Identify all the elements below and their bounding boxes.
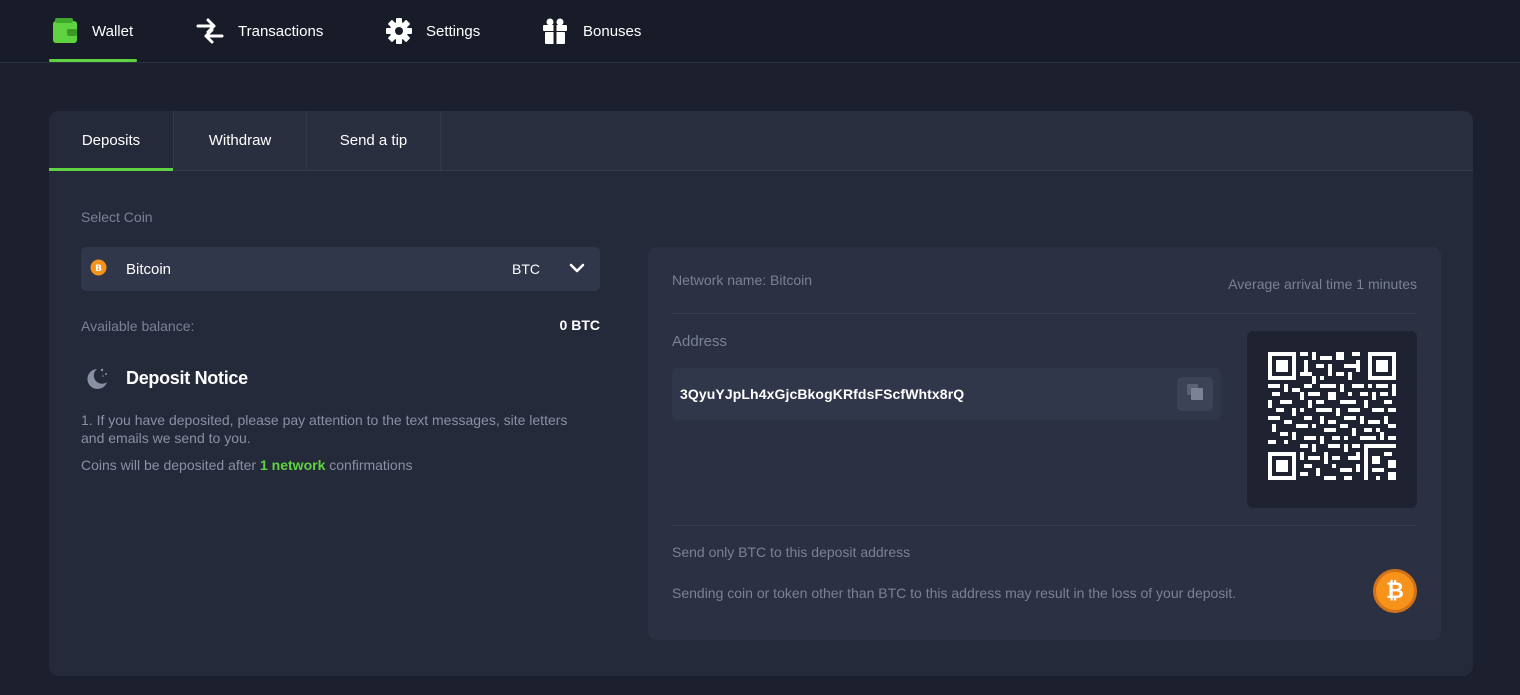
nav-wallet[interactable]: Wallet bbox=[48, 0, 138, 62]
nav-transactions-label: Transactions bbox=[238, 22, 324, 40]
coin-symbol: BTC bbox=[512, 261, 540, 277]
network-name: Network name: Bitcoin bbox=[672, 272, 813, 288]
divider bbox=[672, 313, 1417, 314]
coin-name: Bitcoin bbox=[126, 261, 172, 278]
deposit-notice-title: Deposit Notice bbox=[126, 368, 248, 388]
confirmations-prefix: Coins will be deposited after bbox=[81, 457, 260, 473]
nav-wallet-label: Wallet bbox=[92, 22, 134, 40]
qr-code-container bbox=[1247, 331, 1417, 508]
tab-withdraw[interactable]: Withdraw bbox=[174, 111, 307, 170]
transfer-arrows-icon bbox=[196, 18, 224, 44]
arrival-time: Average arrival time 1 minutes bbox=[1228, 276, 1417, 292]
nav-transactions[interactable]: Transactions bbox=[196, 0, 323, 62]
tab-send-tip-label: Send a tip bbox=[339, 132, 408, 149]
copy-button[interactable] bbox=[1177, 377, 1213, 411]
nav-bonuses[interactable]: Bonuses bbox=[541, 0, 641, 62]
address-field[interactable]: 3QyuYJpLh4xGjcBkogKRfdsFScfWhtx8rQ bbox=[672, 368, 1221, 420]
bitcoin-icon: B bbox=[90, 259, 107, 281]
deposit-notice-text: 1. If you have deposited, please pay att… bbox=[81, 412, 568, 446]
balance-label: Available balance: bbox=[81, 318, 195, 334]
warning-title: Send only BTC to this deposit address bbox=[672, 544, 911, 560]
tab-withdraw-label: Withdraw bbox=[208, 132, 272, 149]
nav-settings[interactable]: Settings bbox=[386, 0, 480, 62]
confirmations-suffix: confirmations bbox=[325, 457, 413, 473]
qr-code bbox=[1268, 352, 1396, 480]
tab-send-tip[interactable]: Send a tip bbox=[307, 111, 441, 170]
moon-icon bbox=[83, 365, 111, 398]
divider bbox=[672, 525, 1417, 526]
balance-value: 0 BTC bbox=[559, 317, 600, 333]
address-label: Address bbox=[672, 333, 728, 350]
gift-icon bbox=[541, 17, 569, 45]
nav-bonuses-label: Bonuses bbox=[583, 22, 642, 40]
warning-text: Sending coin or token other than BTC to … bbox=[672, 585, 1237, 601]
confirmations-note: Coins will be deposited after 1 network … bbox=[81, 456, 581, 474]
tab-deposits-label: Deposits bbox=[81, 132, 141, 149]
nav-settings-label: Settings bbox=[426, 22, 481, 40]
gear-icon bbox=[386, 18, 412, 44]
copy-icon bbox=[1186, 383, 1204, 406]
bitcoin-symbol: ₿ bbox=[1386, 579, 1404, 604]
top-navigation: Wallet Transactions Settings Bonuses bbox=[0, 0, 1520, 63]
bitcoin-badge-icon: ₿ bbox=[1373, 569, 1417, 613]
confirmations-count: 1 network bbox=[260, 457, 326, 473]
coin-select-dropdown[interactable]: B Bitcoin BTC bbox=[81, 247, 600, 291]
chevron-down-icon bbox=[569, 261, 585, 279]
select-coin-label: Select Coin bbox=[81, 209, 153, 225]
tab-deposits[interactable]: Deposits bbox=[49, 111, 174, 171]
deposit-address-panel: Network name: Bitcoin Average arrival ti… bbox=[648, 247, 1441, 640]
wallet-card: Deposits Withdraw Send a tip Select Coin… bbox=[49, 111, 1473, 676]
wallet-icon bbox=[52, 18, 78, 44]
wallet-tabs: Deposits Withdraw Send a tip bbox=[49, 111, 1473, 171]
deposit-address[interactable]: 3QyuYJpLh4xGjcBkogKRfdsFScfWhtx8rQ bbox=[680, 386, 964, 402]
svg-text:B: B bbox=[95, 264, 102, 274]
